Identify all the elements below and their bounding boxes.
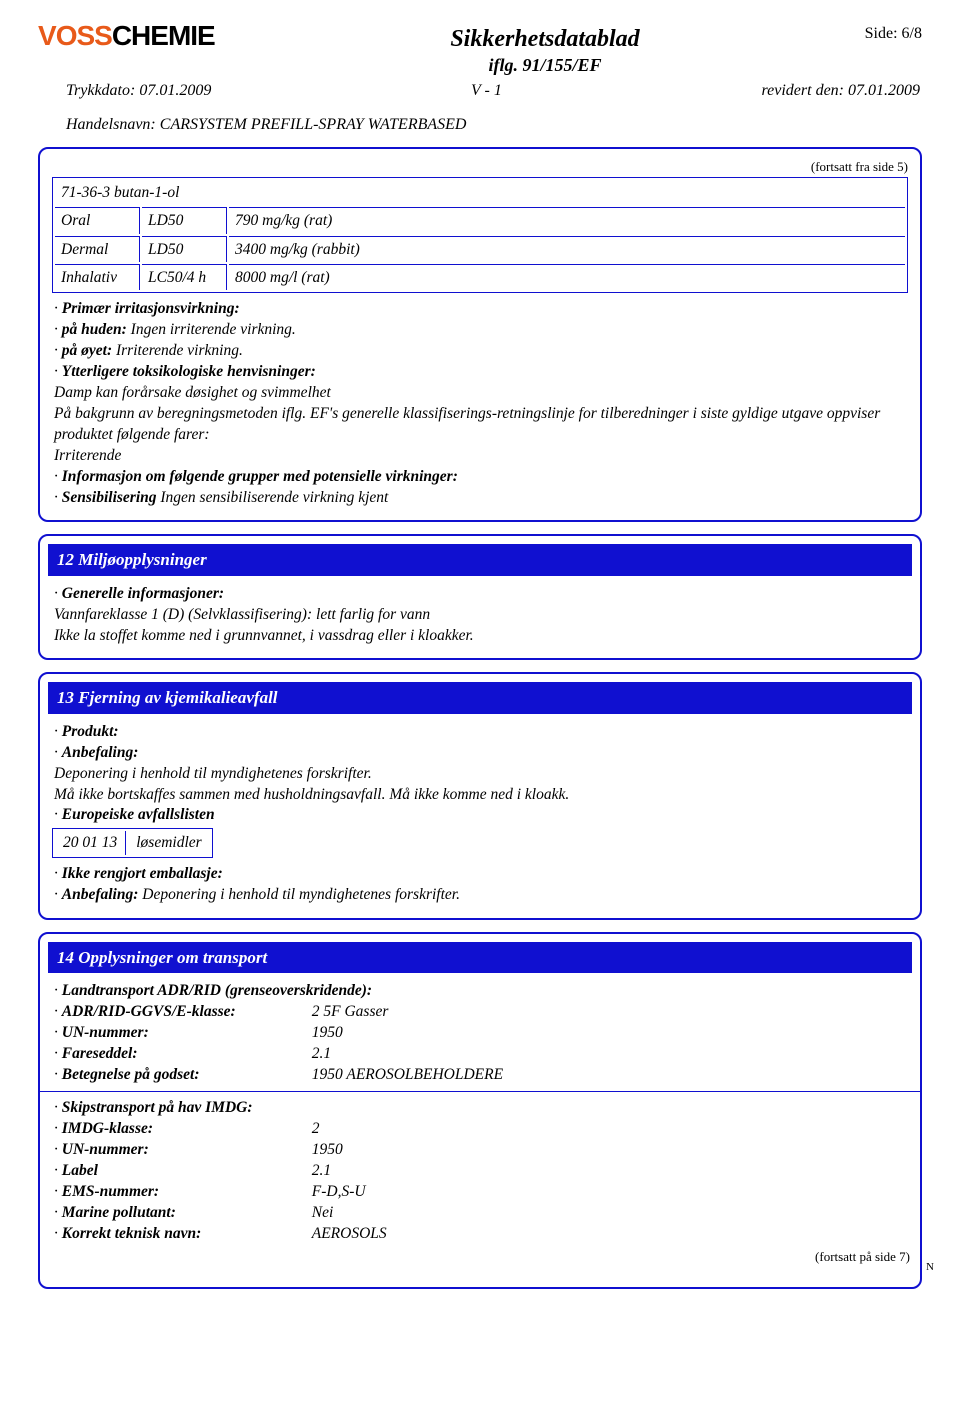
section-13-body-b: Ikke rengjort emballasje: Anbefaling: De… bbox=[52, 864, 908, 906]
page-header: VOSSCHEMIE Sikkerhetsdatablad iflg. 91/1… bbox=[38, 18, 922, 77]
section-13-box: 13 Fjerning av kjemikalieavfall Produkt:… bbox=[38, 672, 922, 919]
waste-name: løsemidler bbox=[128, 831, 209, 854]
land-transport: Landtransport ADR/RID (grenseoverskriden… bbox=[52, 981, 908, 1086]
divider bbox=[40, 1091, 920, 1092]
waste-code: 20 01 13 bbox=[55, 831, 126, 854]
tox-body: Primær irritasjonsvirkning: på huden: In… bbox=[52, 299, 908, 508]
logo: VOSSCHEMIE bbox=[38, 18, 318, 53]
page-number: Side: 6/8 bbox=[772, 18, 922, 44]
meta-row: Trykkdato: 07.01.2009 V - 1 revidert den… bbox=[38, 81, 922, 101]
cas-row: 71-36-3 butan-1-ol bbox=[55, 180, 905, 205]
section-14-box: 14 Opplysninger om transport Landtranspo… bbox=[38, 932, 922, 1289]
section-14-header: 14 Opplysninger om transport bbox=[48, 942, 912, 973]
doc-title: Sikkerhetsdatablad bbox=[318, 24, 772, 54]
waste-code-table: 20 01 13 løsemidler bbox=[52, 828, 213, 857]
tox-table: 71-36-3 butan-1-ol Oral LD50 790 mg/kg (… bbox=[52, 177, 908, 294]
continued-from: (fortsatt fra side 5) bbox=[52, 159, 908, 175]
logo-v-icon: V bbox=[38, 18, 56, 53]
corner-mark: N bbox=[52, 1261, 934, 1275]
logo-oss: OSS bbox=[56, 20, 112, 51]
section-12-body: Generelle informasjoner: Vannfareklasse … bbox=[52, 584, 908, 647]
section-12-box: 12 Miljøopplysninger Generelle informasj… bbox=[38, 534, 922, 660]
doc-subtitle: iflg. 91/155/EF bbox=[318, 54, 772, 77]
revised-date: revidert den: 07.01.2009 bbox=[762, 81, 920, 101]
handelsnavn: Handelsnavn: CARSYSTEM PREFILL-SPRAY WAT… bbox=[66, 115, 922, 135]
tox-box: (fortsatt fra side 5) 71-36-3 butan-1-ol… bbox=[38, 147, 922, 523]
version: V - 1 bbox=[471, 81, 502, 101]
doc-title-block: Sikkerhetsdatablad iflg. 91/155/EF bbox=[318, 18, 772, 77]
section-13-body-a: Produkt: Anbefaling: Deponering i henhol… bbox=[52, 722, 908, 827]
sea-transport: Skipstransport på hav IMDG: IMDG-klasse:… bbox=[52, 1098, 908, 1244]
logo-chemie: CHEMIE bbox=[112, 20, 215, 51]
section-13-header: 13 Fjerning av kjemikalieavfall bbox=[48, 682, 912, 713]
section-12-header: 12 Miljøopplysninger bbox=[48, 544, 912, 575]
print-date: Trykkdato: 07.01.2009 bbox=[66, 81, 211, 101]
